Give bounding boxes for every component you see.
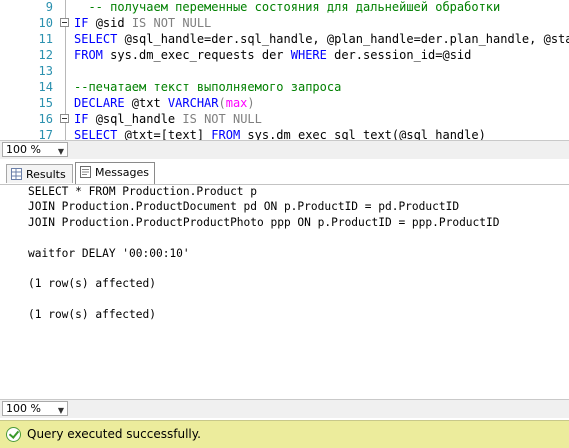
code-token: SELECT	[74, 32, 125, 46]
tab-messages[interactable]: Messages	[75, 162, 155, 184]
code-token: sys.dm_exec_sql_text(@sql_handle)	[247, 128, 486, 140]
code-token: FROM	[211, 128, 248, 140]
code-token: )	[247, 96, 255, 110]
editor-line: 11 SELECT @sql_handle=der.sql_handle, @pl…	[0, 31, 569, 47]
editor-line: 13	[0, 63, 569, 79]
grid-icon	[11, 168, 22, 180]
code-text: IF @sql_handle IS NOT NULL	[74, 111, 262, 127]
code-token: @sql_handle	[95, 112, 183, 126]
code-token: IS NOT NULL	[131, 16, 212, 30]
message-line: JOIN Production.ProductProductPhoto ppp …	[28, 215, 500, 229]
code-token: (	[218, 96, 226, 110]
tab-results[interactable]: Results	[6, 164, 73, 183]
results-zoom-value: 100 %	[6, 402, 41, 415]
code-token: max	[225, 96, 248, 110]
code-token: SELECT	[74, 128, 125, 140]
chevron-down-icon[interactable]: ▼	[58, 404, 64, 417]
collapse-toggle-icon[interactable]	[60, 18, 69, 27]
line-number: 13	[38, 64, 53, 78]
code-token: -- получаем переменные состояния для дал…	[88, 0, 501, 14]
code-text: -- получаем переменные состояния для дал…	[74, 0, 500, 15]
code-token: VARCHAR	[167, 96, 219, 110]
code-token: FROM	[74, 48, 111, 62]
line-number: 11	[38, 32, 53, 46]
status-bar: Query executed successfully.	[0, 420, 569, 448]
code-token: IF	[74, 112, 96, 126]
code-token: @sql_handle=der.sql_handle, @plan_handle…	[124, 32, 569, 46]
line-number: 17	[38, 128, 53, 140]
editor-line: 10 IF @sid IS NOT NULL	[0, 15, 569, 31]
code-token: @txt=[text]	[124, 128, 212, 140]
editor-line: 17 SELECT @txt=[text] FROM sys.dm_exec_sq…	[0, 127, 569, 140]
document-icon	[80, 166, 91, 178]
line-number: 15	[38, 96, 53, 110]
code-token: WHERE	[290, 48, 335, 62]
code-token: --печатаем текст выполняемого запроса	[74, 80, 342, 94]
code-text: DECLARE @txt VARCHAR(max)	[74, 95, 255, 111]
code-text: FROM sys.dm_exec_requests der WHERE der.…	[74, 47, 471, 63]
collapse-toggle-icon[interactable]	[60, 114, 69, 123]
editor-line: 16 IF @sql_handle IS NOT NULL	[0, 111, 569, 127]
editor-line: 12 FROM sys.dm_exec_requests der WHERE de…	[0, 47, 569, 63]
results-zoom-select[interactable]: 100 % ▼	[2, 401, 68, 416]
messages-pane[interactable]: SELECT * FROM Production.Product p JOIN P…	[0, 185, 569, 399]
tab-messages-label: Messages	[95, 166, 149, 179]
code-token: IF	[74, 16, 96, 30]
editor-line: 9 -- получаем переменные состояния для д…	[0, 0, 569, 15]
results-zoom-bar: 100 % ▼	[0, 399, 569, 418]
code-token: @sid	[95, 16, 132, 30]
editor-zoom-select[interactable]: 100 % ▼	[2, 142, 68, 157]
line-number: 9	[45, 0, 53, 14]
code-token: DECLARE	[74, 96, 132, 110]
code-text: SELECT @txt=[text] FROM sys.dm_exec_sql_…	[74, 127, 486, 140]
tab-results-label: Results	[26, 168, 66, 181]
line-number: 14	[38, 80, 53, 94]
code-token: der.session_id=@sid	[334, 48, 472, 62]
code-text: --печатаем текст выполняемого запроса	[74, 79, 341, 95]
results-tabstrip: Results Messages	[0, 160, 569, 185]
message-line: (1 row(s) affected)	[28, 308, 156, 322]
success-check-icon	[6, 427, 21, 442]
editor-zoom-bar: 100 % ▼	[0, 140, 569, 159]
code-token: IS NOT NULL	[182, 112, 262, 126]
message-line: (1 row(s) affected)	[28, 277, 156, 291]
editor-line: 15 DECLARE @txt VARCHAR(max)	[0, 95, 569, 111]
line-number: 12	[38, 48, 53, 62]
code-token: @txt	[131, 96, 168, 110]
code-text: SELECT @sql_handle=der.sql_handle, @plan…	[74, 31, 569, 47]
message-line: JOIN Production.ProductDocument pd ON p.…	[28, 200, 460, 214]
message-line: waitfor DELAY '00:00:10'	[28, 246, 190, 260]
editor-zoom-value: 100 %	[6, 143, 41, 156]
line-number: 16	[38, 112, 53, 126]
chevron-down-icon[interactable]: ▼	[58, 145, 64, 158]
code-text: IF @sid IS NOT NULL	[74, 15, 211, 31]
query-editor[interactable]: 9 -- получаем переменные состояния для д…	[0, 0, 569, 140]
line-number: 10	[38, 16, 53, 30]
editor-line: 14 --печатаем текст выполняемого запроса	[0, 79, 569, 95]
status-text: Query executed successfully.	[27, 427, 201, 441]
message-line: SELECT * FROM Production.Product p	[28, 185, 258, 198]
code-token: sys.dm_exec_requests der	[110, 48, 291, 62]
